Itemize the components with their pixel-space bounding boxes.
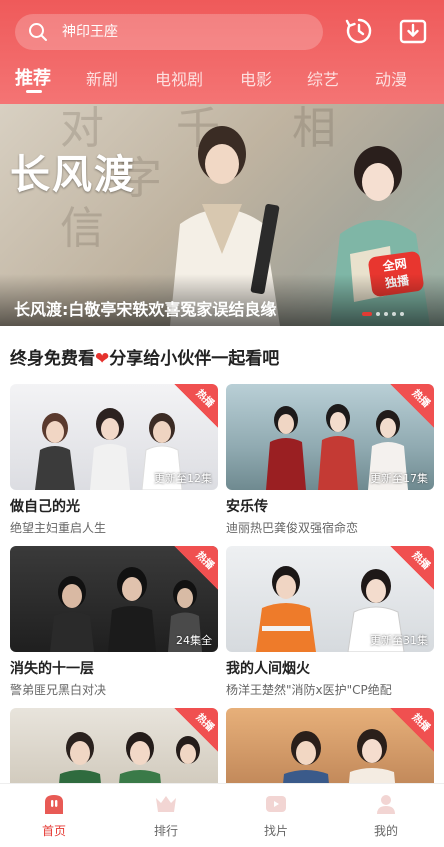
nav-label: 首页 xyxy=(41,824,66,838)
carousel-indicator xyxy=(362,312,404,316)
drama-subtitle: 绝望主妇重启人生 xyxy=(10,521,107,535)
download-button[interactable] xyxy=(396,14,430,48)
drama-thumbnail: 热播 更新至31集 xyxy=(226,546,434,652)
nav-profile[interactable]: 我的 xyxy=(356,792,416,839)
search-icon xyxy=(29,23,47,41)
drama-card[interactable]: 热播 更新至17集 安乐传 迪丽热巴龚俊双强宿命恋 xyxy=(226,384,434,536)
episode-label: 更新至31集 xyxy=(370,634,428,647)
hot-badge: 热播 xyxy=(174,708,218,752)
search-bar[interactable]: 神印王座 xyxy=(15,14,323,50)
nav-label: 排行 xyxy=(153,824,178,838)
tab-recommend[interactable]: 推荐 xyxy=(15,64,51,90)
active-tab-indicator xyxy=(26,90,42,93)
nav-label: 找片 xyxy=(263,824,288,838)
category-tabs: 推荐 新剧 电视剧 电影 综艺 动漫 xyxy=(0,60,444,104)
tab-tv-series[interactable]: 电视剧 xyxy=(155,66,203,90)
hot-badge: 热播 xyxy=(390,384,434,428)
nav-discover[interactable]: 找片 xyxy=(246,792,306,839)
tab-new-drama[interactable]: 新剧 xyxy=(86,66,118,90)
drama-thumbnail: 热播 更新至17集 xyxy=(226,384,434,490)
episode-label: 24集全 xyxy=(176,634,212,647)
section-title: 终身免费看❤分享给小伙伴一起看吧 xyxy=(10,349,280,369)
user-icon xyxy=(377,795,395,814)
nav-ranking[interactable]: 排行 xyxy=(136,792,196,839)
history-icon xyxy=(345,18,372,44)
history-button[interactable] xyxy=(342,14,376,48)
banner-title-art: 长风渡 xyxy=(10,151,136,198)
nav-label: 我的 xyxy=(373,824,398,838)
top-header: 神印王座 推荐 新剧 电视剧 电影 综艺 动漫 xyxy=(0,0,444,104)
search-placeholder: 神印王座 xyxy=(62,24,118,40)
drama-card[interactable]: 热播 更新至31集 我的人间烟火 杨洋王楚然"消防x医护"CP绝配 xyxy=(226,546,434,698)
home-icon xyxy=(45,795,63,814)
tab-movie[interactable]: 电影 xyxy=(240,66,272,90)
hot-badge: 热播 xyxy=(174,546,218,590)
drama-card[interactable]: 热播 更新至12集 做自己的光 绝望主妇重启人生 xyxy=(10,384,218,536)
drama-card[interactable]: 热播 24集全 消失的十一层 警弟匪兄黑白对决 xyxy=(10,546,218,698)
drama-thumbnail: 热播 24集全 xyxy=(10,546,218,652)
hot-badge: 热播 xyxy=(174,384,218,428)
drama-thumbnail: 热播 更新至12集 xyxy=(10,384,218,490)
heart-icon: ❤ xyxy=(95,349,110,369)
drama-title: 做自己的光 xyxy=(10,499,80,515)
drama-subtitle: 警弟匪兄黑白对决 xyxy=(10,683,107,697)
download-icon xyxy=(399,19,427,44)
hot-badge: 热播 xyxy=(390,546,434,590)
drama-title: 安乐传 xyxy=(226,499,268,515)
drama-subtitle: 迪丽热巴龚俊双强宿命恋 xyxy=(226,521,359,535)
drama-title: 我的人间烟火 xyxy=(226,661,310,677)
crown-icon xyxy=(156,796,176,812)
drama-title: 消失的十一层 xyxy=(10,661,94,677)
banner-caption: 长风渡:白敬亭宋轶欢喜冤家误结良缘 xyxy=(14,300,277,319)
hot-badge: 热播 xyxy=(390,708,434,752)
nav-home[interactable]: 首页 xyxy=(24,792,84,839)
tab-variety[interactable]: 综艺 xyxy=(307,66,339,90)
episode-label: 更新至12集 xyxy=(154,472,212,485)
tab-anime[interactable]: 动漫 xyxy=(375,66,407,90)
bottom-navigation: 首页 排行 找片 我的 xyxy=(0,783,444,847)
drama-subtitle: 杨洋王楚然"消防x医护"CP绝配 xyxy=(226,683,392,697)
episode-label: 更新至17集 xyxy=(370,472,428,485)
play-icon xyxy=(266,796,286,812)
hero-banner[interactable]: 对 千 相 字 信 长风渡 全网 独播 长风渡:白敬亭宋轶欢喜冤家误结良缘 xyxy=(0,104,444,326)
